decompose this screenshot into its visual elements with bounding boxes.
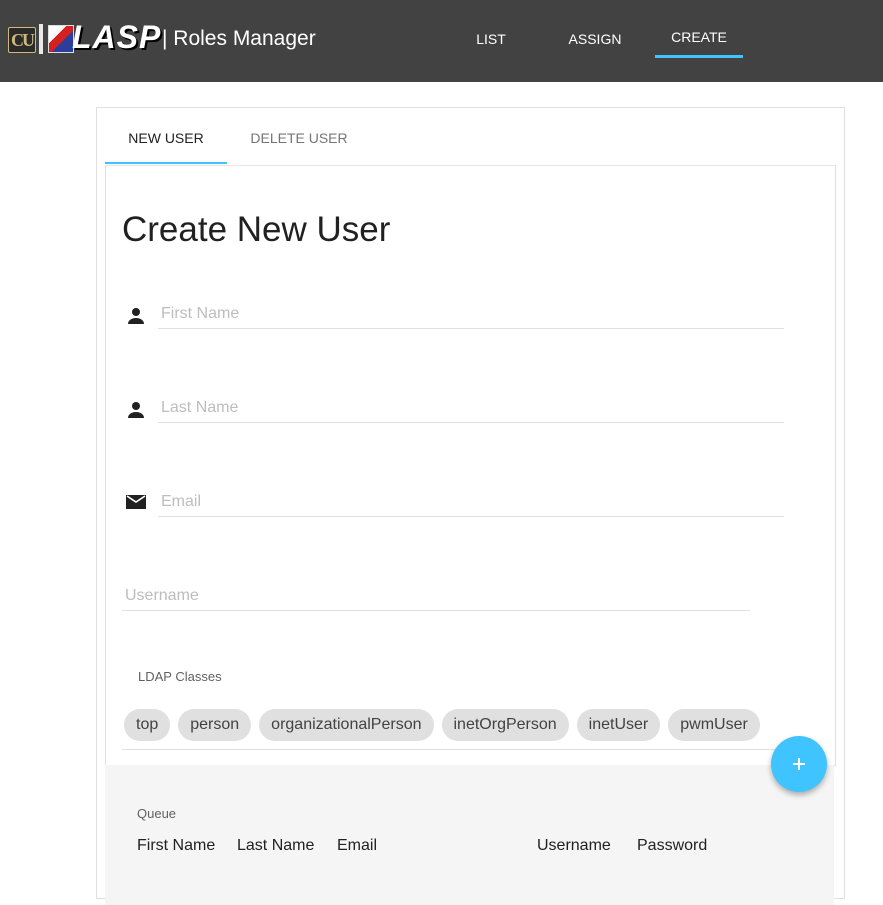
nav-tab-create[interactable]: CREATE (655, 0, 743, 60)
ldap-chip[interactable]: pwmUser (668, 709, 760, 741)
email-icon (126, 495, 146, 509)
logo-separator (39, 24, 43, 54)
ldap-chip[interactable]: organizationalPerson (259, 709, 434, 741)
nav-active-indicator (655, 55, 743, 58)
last-name-field (158, 396, 784, 423)
lasp-swoosh-icon (48, 25, 74, 53)
queue-column-header: Last Name (237, 837, 315, 854)
subtab-active-indicator (105, 162, 227, 164)
nav-tab-assign[interactable]: ASSIGN (560, 0, 630, 60)
ldap-chip[interactable]: person (178, 709, 252, 741)
lasp-wordmark: LASP (72, 19, 162, 55)
ldap-chip[interactable]: top (124, 709, 171, 741)
add-user-button[interactable] (771, 736, 827, 792)
tab-new-user[interactable]: NEW USER (105, 130, 227, 164)
tab-delete-user[interactable]: DELETE USER (237, 130, 361, 164)
username-field (122, 584, 750, 611)
app-header: CU LASP | Roles Manager LIST ASSIGN CREA… (0, 0, 883, 82)
email-input[interactable] (158, 490, 784, 514)
chips-underline (122, 749, 818, 750)
queue-column-header: First Name (137, 837, 216, 854)
main-card: NEW USER DELETE USER Create New User Fir… (96, 107, 845, 905)
nav-tab-list[interactable]: LIST (460, 0, 522, 60)
ldap-class-chips: top person organizationalPerson inetOrgP… (124, 709, 760, 741)
person-icon (128, 308, 144, 324)
username-input[interactable] (122, 584, 750, 608)
ldap-classes-label: LDAP Classes (138, 669, 222, 684)
cu-logo-icon: CU (8, 27, 36, 53)
plus-icon (793, 758, 805, 770)
form-title: Create New User (122, 210, 391, 249)
queue-column-header: Email (337, 837, 378, 854)
queue-panel: Queue First Name Last Name Email Usernam… (105, 765, 834, 905)
last-name-input[interactable] (158, 396, 784, 420)
app-title: | Roles Manager (162, 27, 316, 50)
ldap-chip[interactable]: inetOrgPerson (441, 709, 569, 741)
first-name-input[interactable] (158, 302, 784, 326)
queue-column-header: Password (637, 837, 708, 854)
create-user-form: Create New User LDAP Classes (105, 165, 836, 766)
person-icon (128, 402, 144, 418)
first-name-field (158, 302, 784, 329)
queue-column-header: Username (537, 837, 611, 854)
queue-title: Queue (137, 806, 177, 821)
email-field (158, 490, 784, 517)
ldap-chip[interactable]: inetUser (576, 709, 661, 741)
